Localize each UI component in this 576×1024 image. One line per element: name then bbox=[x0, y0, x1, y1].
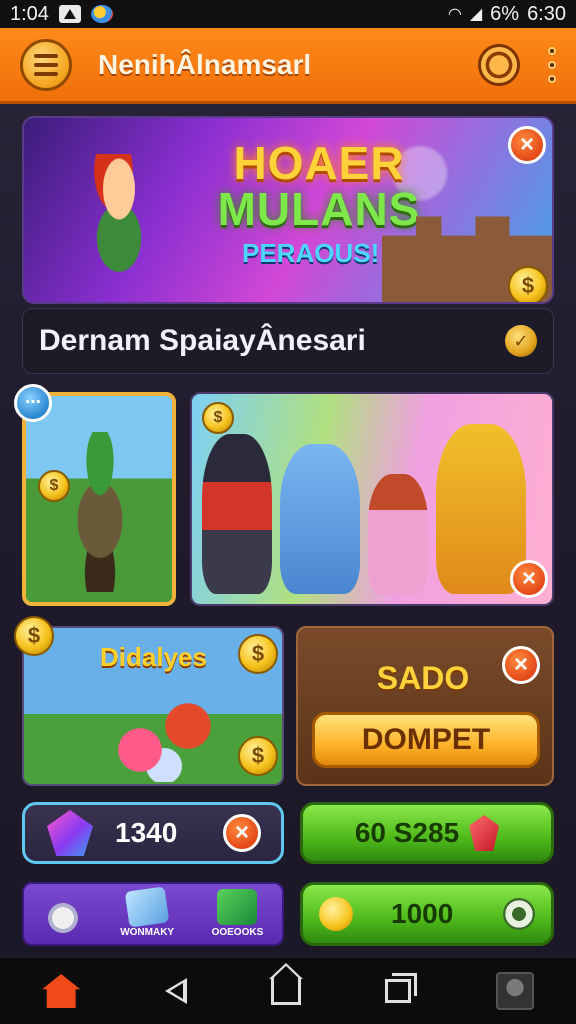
party-characters-illustration bbox=[202, 424, 526, 594]
section-title: Dernam SpaiayÂnesari bbox=[39, 324, 366, 357]
cash-icon bbox=[217, 889, 258, 925]
tile-title: Didalyes bbox=[100, 642, 207, 672]
hero-close-button[interactable]: × bbox=[508, 126, 546, 164]
hero-title-line1: HOAER bbox=[233, 137, 405, 189]
tile-info-button[interactable]: ⋯ bbox=[14, 384, 52, 422]
status-bar: 1:04 ◠ ◢ 6% 6:30 bbox=[0, 0, 576, 28]
dot-icon bbox=[548, 60, 556, 69]
shortcut-cash[interactable]: OOEOOKS bbox=[211, 889, 264, 938]
app-notification-icon bbox=[90, 5, 113, 23]
app-header: NenihÂlnamsarl bbox=[0, 28, 576, 104]
shortcut-panel: WONMAKY OOEOOKS bbox=[22, 882, 284, 946]
app-notification-icon bbox=[58, 5, 81, 23]
coins-value: 60 S285 bbox=[354, 817, 460, 848]
dot-icon bbox=[548, 46, 556, 55]
shortcut-label: OOEOOKS bbox=[211, 927, 264, 938]
gems-counter[interactable]: 1340 × bbox=[22, 802, 284, 864]
shortcut-pet[interactable] bbox=[42, 900, 83, 938]
ruby-icon bbox=[469, 815, 500, 851]
coin-icon: $ bbox=[238, 634, 278, 674]
coin-icon: $ bbox=[238, 736, 278, 776]
hero-title: HOAER MULANS bbox=[194, 140, 444, 232]
menu-line bbox=[34, 62, 58, 67]
system-nav-bar bbox=[0, 958, 576, 1024]
status-time-left: 1:04 bbox=[10, 2, 49, 25]
hero-title-line2: MULANS bbox=[217, 183, 421, 235]
game-tile-didalyes[interactable]: Didalyes $ $ bbox=[22, 626, 284, 786]
energy-value: 1000 bbox=[391, 898, 454, 929]
character-figure bbox=[368, 474, 428, 594]
coin-icon: $ bbox=[202, 402, 234, 434]
menu-button[interactable] bbox=[20, 38, 72, 91]
badge-icon[interactable]: ✓ bbox=[505, 325, 537, 357]
shortcut-cards[interactable]: WONMAKY bbox=[120, 886, 175, 938]
wifi-icon: ◠ bbox=[447, 6, 462, 23]
status-clock: 6:30 bbox=[527, 2, 566, 25]
home-outline-icon[interactable] bbox=[270, 977, 301, 1005]
shortcut-label: WONMAKY bbox=[120, 927, 175, 938]
character-figure bbox=[202, 434, 272, 594]
gems-close-button[interactable]: × bbox=[223, 814, 261, 852]
hero-subtitle: PERAOUS! bbox=[242, 238, 380, 268]
home-icon[interactable] bbox=[42, 974, 81, 1008]
hero-character-illustration bbox=[64, 154, 174, 294]
more-options-button[interactable] bbox=[548, 46, 556, 83]
avatar[interactable] bbox=[495, 972, 534, 1010]
game-tile-party[interactable]: $ × bbox=[190, 392, 554, 606]
gems-value: 1340 bbox=[115, 817, 178, 848]
coins-counter[interactable]: 60 S285 bbox=[300, 802, 554, 864]
coin-icon: $ bbox=[508, 266, 548, 302]
guitar-character-illustration bbox=[48, 432, 152, 592]
tile-close-button[interactable]: × bbox=[510, 560, 548, 598]
dompet-button[interactable]: DOMPET bbox=[312, 712, 540, 768]
dot-icon bbox=[548, 74, 556, 83]
coin-icon: $ bbox=[38, 470, 70, 502]
coin-icon: $ bbox=[14, 616, 54, 656]
recent-apps-icon[interactable] bbox=[385, 973, 418, 1003]
menu-line bbox=[34, 71, 58, 76]
hero-banner[interactable]: HOAER MULANS PERAOUS! × $ bbox=[22, 116, 554, 304]
creatures-illustration bbox=[104, 702, 224, 782]
sado-panel: SADO × DOMPET bbox=[296, 626, 554, 786]
character-figure bbox=[280, 444, 360, 594]
card-icon bbox=[124, 886, 170, 928]
menu-line bbox=[34, 53, 58, 58]
settings-gear-icon[interactable] bbox=[478, 43, 520, 86]
energy-counter[interactable]: 1000 bbox=[300, 882, 554, 946]
battery-text: 6% bbox=[490, 2, 520, 25]
heart-coin-icon bbox=[319, 897, 353, 931]
game-tile-guitar[interactable]: $ bbox=[22, 392, 176, 606]
gem-icon bbox=[47, 810, 93, 856]
gear-icon[interactable] bbox=[503, 898, 535, 930]
pet-icon bbox=[42, 900, 83, 936]
section-header: Dernam SpaiayÂnesari ✓ bbox=[22, 308, 554, 374]
back-icon[interactable] bbox=[164, 978, 187, 1004]
signal-icon: ◢ bbox=[469, 6, 483, 23]
app-title: NenihÂlnamsarl bbox=[98, 48, 312, 80]
sado-close-button[interactable]: × bbox=[502, 646, 540, 684]
